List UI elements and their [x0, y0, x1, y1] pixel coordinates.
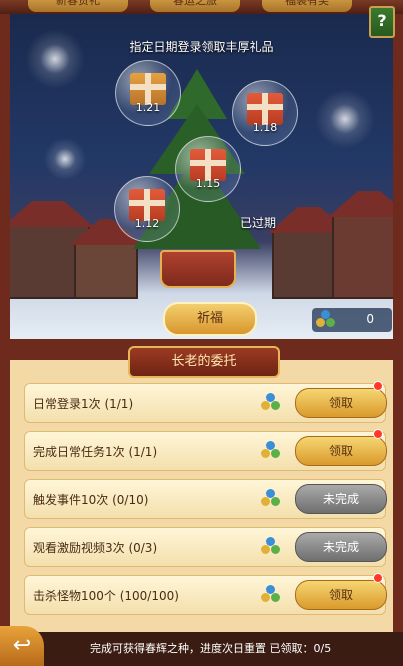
task-row: 完成日常任务1次 (1/1) 领取 [24, 429, 387, 471]
event-banner: 指定日期登录领取丰厚礼品 [129, 40, 274, 54]
game-window: 新春贺礼 春运之旅 福袋有奖 指定日期登录领取丰厚礼品 1.21 1.18 1.… [0, 0, 403, 666]
gift-date-label: 1.12 [134, 217, 160, 230]
house-decoration [70, 219, 142, 299]
notification-dot [373, 381, 383, 391]
notification-dot [373, 573, 383, 583]
incomplete-button[interactable]: 未完成 [295, 532, 387, 562]
task-label: 日常登录1次 (1/1) [33, 397, 134, 411]
task-row: 击杀怪物100个 (100/100) 领取 [24, 573, 387, 615]
expired-label: 已过期 [240, 216, 277, 230]
tab-new-year-gift[interactable]: 新春贺礼 [28, 0, 128, 12]
task-label: 完成日常任务1次 (1/1) [33, 445, 158, 459]
back-button[interactable]: ↩ [0, 626, 44, 666]
pray-button[interactable]: 祈福 [163, 302, 257, 336]
tab-spring-journey[interactable]: 春运之旅 [150, 0, 240, 12]
firework-icon [20, 24, 90, 94]
gift-bubble-1-15[interactable]: 1.15 [175, 136, 241, 202]
firework-icon [40, 134, 90, 184]
footer-text: 完成可获得春辉之种，进度次日重置 已领取：0/5 [90, 642, 332, 655]
task-row: 触发事件10次 (0/10) 未完成 [24, 479, 387, 519]
seed-counter: 0 [312, 308, 392, 332]
house-decoration [328, 191, 393, 299]
spring-seed-icon [261, 489, 281, 509]
top-tab-bar: 新春贺礼 春运之旅 福袋有奖 [0, 0, 403, 14]
gift-bubble-1-12[interactable]: 1.12 [114, 176, 180, 242]
panel-title: 长老的委托 [128, 346, 280, 378]
spring-seed-icon [261, 393, 281, 413]
gift-date-label: 1.15 [195, 177, 221, 190]
incomplete-button[interactable]: 未完成 [295, 484, 387, 514]
gift-bubble-1-21[interactable]: 1.21 [115, 60, 181, 126]
task-label: 击杀怪物100个 (100/100) [33, 589, 179, 603]
footer-bar: 完成可获得春辉之种，进度次日重置 已领取：0/5 [0, 632, 403, 666]
spring-seed-icon [316, 310, 336, 330]
task-label: 触发事件10次 (0/10) [33, 493, 149, 507]
gift-date-label: 1.21 [135, 101, 161, 114]
task-label: 观看激励视频3次 (0/3) [33, 541, 158, 555]
tree-pot [160, 250, 236, 288]
claim-button[interactable]: 领取 [295, 388, 387, 418]
firework-icon [310, 84, 380, 154]
gift-date-label: 1.18 [252, 121, 278, 134]
spring-seed-icon [261, 441, 281, 461]
seed-count: 0 [366, 312, 374, 326]
claim-button[interactable]: 领取 [295, 436, 387, 466]
help-button[interactable]: ? [369, 6, 395, 38]
task-row: 观看激励视频3次 (0/3) 未完成 [24, 527, 387, 567]
spring-seed-icon [261, 537, 281, 557]
tab-lucky-bag[interactable]: 福袋有奖 [262, 0, 352, 12]
notification-dot [373, 429, 383, 439]
task-row: 日常登录1次 (1/1) 领取 [24, 381, 387, 423]
claim-button[interactable]: 领取 [295, 580, 387, 610]
spring-seed-icon [261, 585, 281, 605]
gift-bubble-1-18[interactable]: 1.18 [232, 80, 298, 146]
back-arrow-icon: ↩ [12, 633, 32, 658]
